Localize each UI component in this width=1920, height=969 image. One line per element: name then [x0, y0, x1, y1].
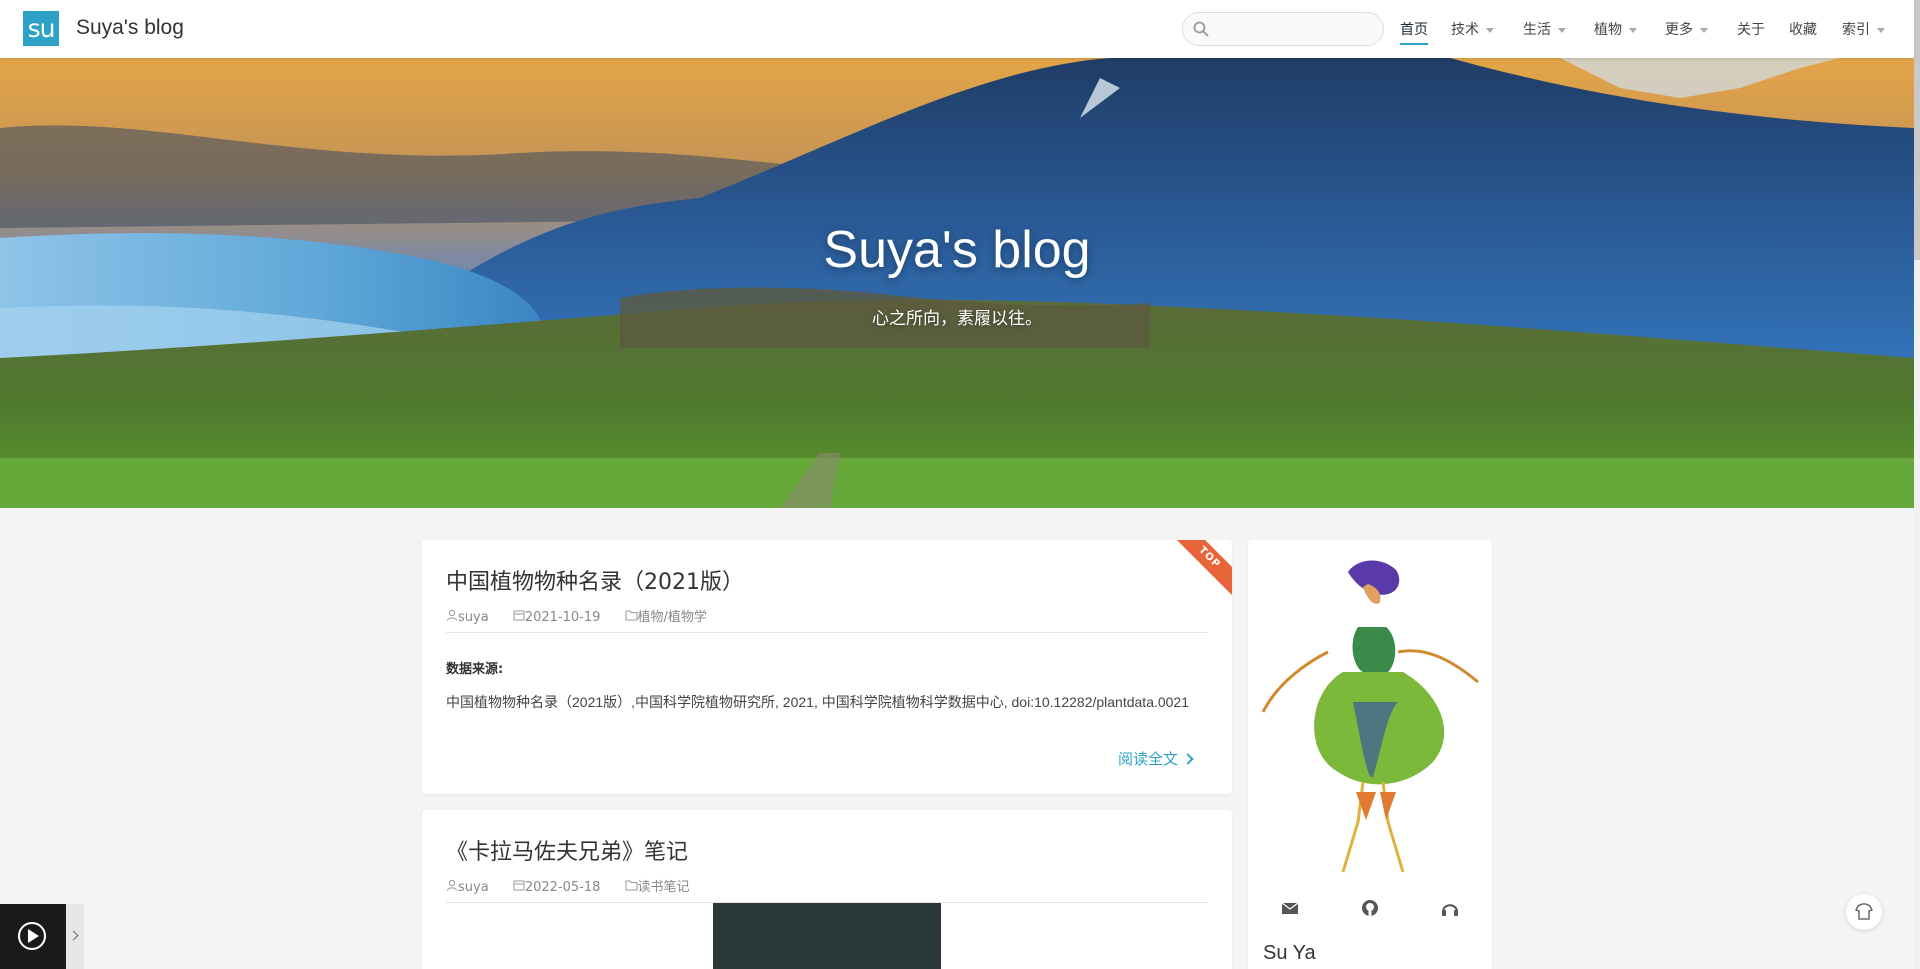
profile-social-links: [1248, 898, 1492, 918]
post-divider: [446, 632, 1208, 633]
post-date: 2021-10-19: [513, 610, 605, 625]
nav-label: 植物: [1594, 22, 1622, 38]
category-text: 植物/植物学: [637, 610, 707, 625]
post-category[interactable]: 植物/植物学: [625, 610, 707, 625]
nav-item-home[interactable]: 首页: [1400, 19, 1428, 45]
caret-down-icon: [1629, 27, 1637, 33]
chevron-right-icon: [68, 930, 79, 941]
hero-banner: Suya's blog 心之所向，素履以往。: [0, 58, 1914, 508]
profile-name: Su Ya: [1263, 942, 1316, 964]
folder-icon: [625, 880, 638, 891]
play-icon[interactable]: [0, 904, 66, 969]
profile-card: Su Ya: [1248, 540, 1492, 969]
post-author[interactable]: suya: [446, 879, 493, 895]
post-title[interactable]: 《卡拉马佐夫兄弟》笔记: [446, 834, 688, 866]
caret-down-icon: [1558, 27, 1566, 33]
post-card: 《卡拉马佐夫兄弟》笔记 suya 2022-05-18 读书笔记: [422, 810, 1232, 969]
author-name: suya: [458, 880, 489, 895]
shirt-icon: [1855, 903, 1873, 920]
nav-label: 索引: [1842, 22, 1870, 38]
nav-item-about[interactable]: 关于: [1737, 19, 1765, 39]
github-icon[interactable]: [1360, 898, 1380, 918]
nav-item-index[interactable]: 索引: [1842, 19, 1885, 39]
page-scrollbar[interactable]: [1914, 0, 1920, 969]
music-player[interactable]: [0, 904, 66, 969]
hero-landscape-image: [0, 58, 1914, 508]
post-meta: suya 2022-05-18 读书笔记: [446, 876, 690, 895]
top-badge: TOP: [1170, 540, 1232, 597]
author-name: suya: [458, 610, 489, 625]
user-icon: [447, 609, 457, 621]
post-date: 2022-05-18: [513, 880, 605, 895]
theme-toggle-button[interactable]: [1846, 894, 1882, 930]
site-name[interactable]: Suya's blog: [76, 16, 184, 40]
mail-icon[interactable]: [1280, 898, 1300, 918]
nav-label: 技术: [1451, 22, 1479, 38]
nav-label: 关于: [1737, 22, 1765, 38]
post-title[interactable]: 中国植物物种名录（2021版）: [446, 564, 744, 596]
caret-down-icon: [1877, 27, 1885, 33]
post-excerpt: 中国植物物种名录（2021版）,中国科学院植物研究所, 2021, 中国科学院植…: [446, 694, 1190, 710]
chevron-right-icon: [1182, 752, 1194, 765]
date-text: 2022-05-18: [524, 880, 601, 895]
nav-label: 首页: [1400, 22, 1428, 38]
search-box[interactable]: [1182, 12, 1384, 46]
search-icon: [1193, 21, 1209, 37]
hero-title: Suya's blog: [823, 221, 1091, 279]
headphones-icon[interactable]: [1440, 898, 1460, 918]
profile-avatar-illustration: [1261, 560, 1479, 873]
nav-item-tech[interactable]: 技术: [1451, 19, 1494, 39]
scrollbar-thumb[interactable]: [1914, 0, 1920, 260]
caret-down-icon: [1486, 27, 1494, 33]
read-more-label: 阅读全文: [1117, 750, 1178, 768]
site-logo[interactable]: su: [23, 11, 59, 46]
category-text: 读书笔记: [637, 880, 690, 895]
caret-down-icon: [1700, 27, 1708, 33]
folder-icon: [625, 610, 638, 621]
read-more-link[interactable]: 阅读全文: [1117, 748, 1194, 769]
post-meta: suya 2021-10-19 植物/植物学: [446, 606, 707, 625]
nav-label: 收藏: [1789, 22, 1817, 38]
nav-item-life[interactable]: 生活: [1523, 19, 1566, 39]
calendar-icon: [513, 880, 525, 891]
search-input[interactable]: [1217, 19, 1373, 39]
nav-item-more[interactable]: 更多: [1665, 19, 1708, 39]
user-icon: [447, 879, 457, 891]
hero-subtitle: 心之所向，素履以往。: [872, 309, 1042, 329]
excerpt-label: 数据来源:: [446, 662, 504, 677]
nav-item-plants[interactable]: 植物: [1594, 19, 1637, 39]
nav-label: 生活: [1523, 22, 1551, 38]
nav-label: 更多: [1665, 22, 1693, 38]
post-card: TOP 中国植物物种名录（2021版） suya 2021-10-19 植物/植…: [422, 540, 1232, 794]
date-text: 2021-10-19: [524, 610, 601, 625]
nav-item-favorites[interactable]: 收藏: [1789, 19, 1817, 39]
book-cover-image: [713, 903, 941, 969]
player-toggle[interactable]: [66, 904, 84, 969]
post-author[interactable]: suya: [446, 609, 493, 625]
calendar-icon: [513, 610, 525, 621]
post-category[interactable]: 读书笔记: [625, 880, 690, 895]
site-header: su Suya's blog 首页 技术 生活 植物 更多 关于 收藏 索引: [0, 0, 1914, 58]
